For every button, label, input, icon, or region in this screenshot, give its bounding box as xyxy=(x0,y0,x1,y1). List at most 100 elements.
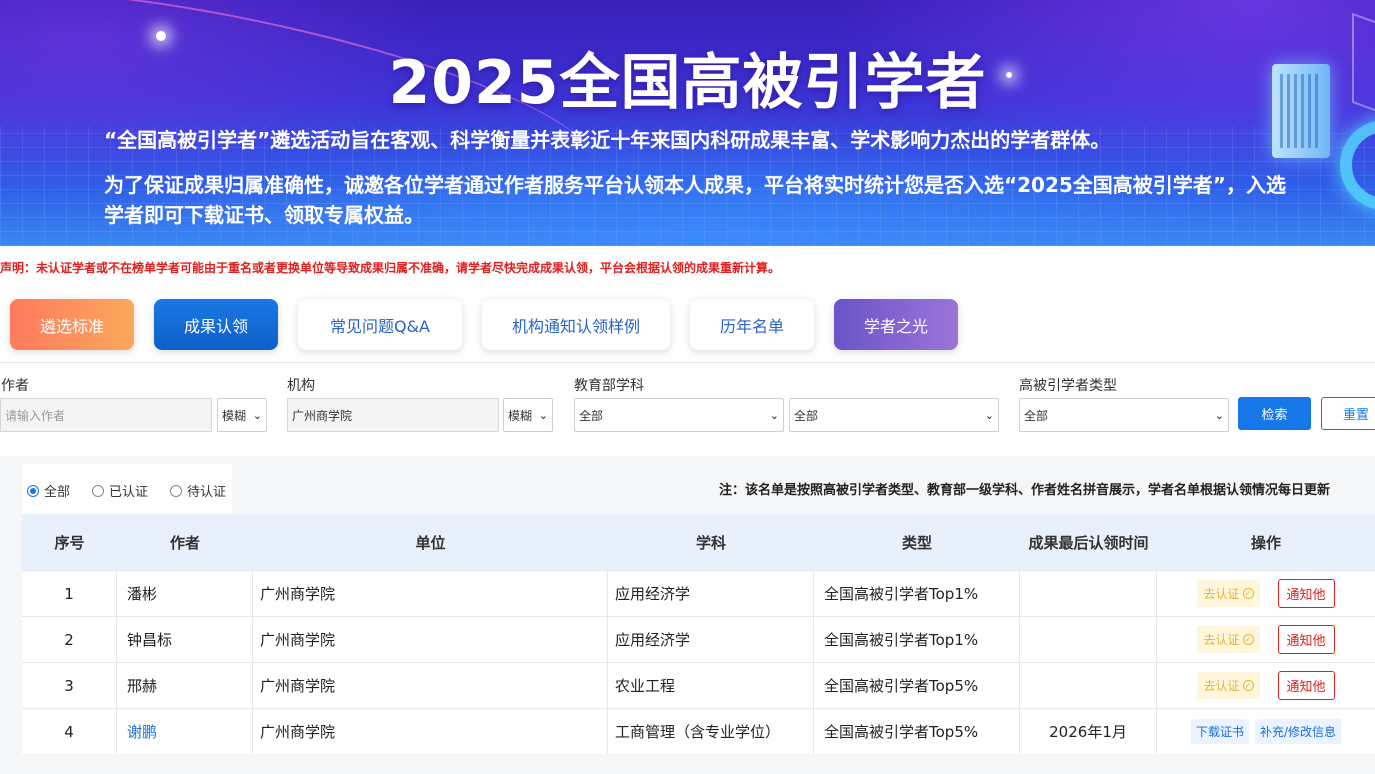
org-match-select[interactable]: 模糊 ⌄ xyxy=(503,398,553,432)
table-row: 3 邢赫 广州商学院 农业工程 全国高被引学者Top5% 去认证 ✓ 通知他 xyxy=(22,662,1375,708)
tab-faq[interactable]: 常见问题Q&A xyxy=(298,299,462,350)
cell-type: 全国高被引学者Top1% xyxy=(814,571,1020,616)
go-certify-label: 去认证 xyxy=(1203,679,1240,693)
radio-all-label: 全部 xyxy=(44,485,71,500)
tab-selection-criteria[interactable]: 遴选标准 xyxy=(10,299,134,350)
hero-banner: 2025全国高被引学者 “全国高被引学者”遴选活动旨在客观、科学衡量并表彰近十年… xyxy=(0,0,1375,246)
radio-certified-label: 已认证 xyxy=(109,485,149,500)
subject-filter-label: 教育部学科 xyxy=(574,378,644,394)
cell-unit: 广州商学院 xyxy=(253,709,608,754)
cell-unit: 广州商学院 xyxy=(253,663,608,708)
radio-pending[interactable]: 待认证 xyxy=(170,481,226,500)
radio-dot-icon xyxy=(170,484,182,497)
header-author: 作者 xyxy=(169,533,200,552)
header-actions: 操作 xyxy=(1250,533,1281,552)
radio-pending-label: 待认证 xyxy=(187,485,227,500)
table-header: 序号 作者 单位 学科 类型 成果最后认领时间 操作 xyxy=(22,514,1375,570)
cell-no: 4 xyxy=(22,709,117,754)
chevron-down-icon: ⌄ xyxy=(538,409,548,422)
cell-unit: 广州商学院 xyxy=(253,617,608,662)
cell-unit: 广州商学院 xyxy=(253,571,608,616)
notify-button[interactable]: 通知他 xyxy=(1277,579,1335,608)
tab-institution-notice-sample[interactable]: 机构通知认领样例 xyxy=(482,299,670,350)
cell-last-claim-time: 2026年1月 xyxy=(1020,709,1157,754)
org-search-input[interactable]: 广州商学院 xyxy=(287,398,499,432)
header-subject: 学科 xyxy=(695,533,726,552)
go-certify-button[interactable]: 去认证 ✓ xyxy=(1197,672,1260,699)
subject-level1-select[interactable]: 全部 ⌄ xyxy=(574,398,784,432)
chevron-down-icon: ⌄ xyxy=(252,409,262,422)
banner-intro-2: 为了保证成果归属准确性，诚邀各位学者通过作者服务平台认领本人成果，平台将实时统计… xyxy=(104,173,1286,227)
cell-subject: 工商管理（含专业学位） xyxy=(608,709,814,754)
scholar-type-value: 全部 xyxy=(1024,408,1049,423)
author-search-input[interactable]: 请输入作者 xyxy=(0,398,212,432)
cell-last-claim-time xyxy=(1020,617,1157,662)
cell-no: 2 xyxy=(22,617,117,662)
cell-author: 钟昌标 xyxy=(117,617,253,662)
search-button[interactable]: 检索 xyxy=(1238,397,1311,430)
status-radio-group: 全部 已认证 待认证 xyxy=(22,464,232,514)
cell-actions: 去认证 ✓ 通知他 xyxy=(1157,663,1375,708)
reset-button[interactable]: 重置 xyxy=(1321,397,1375,430)
go-certify-label: 去认证 xyxy=(1203,587,1240,601)
org-match-value: 模糊 xyxy=(508,408,533,423)
cell-subject: 应用经济学 xyxy=(608,571,814,616)
cell-subject: 农业工程 xyxy=(608,663,814,708)
table-row: 4 谢鹏 广州商学院 工商管理（含专业学位） 全国高被引学者Top5% 2026… xyxy=(22,708,1375,754)
author-filter-label: 作者 xyxy=(1,378,29,394)
header-last-claim-time: 成果最后认领时间 xyxy=(1028,533,1149,552)
radio-dot-icon xyxy=(27,484,39,497)
edit-info-button[interactable]: 补充/修改信息 xyxy=(1254,719,1342,744)
cell-last-claim-time xyxy=(1020,663,1157,708)
cell-author-link[interactable]: 谢鹏 xyxy=(117,709,253,754)
header-no: 序号 xyxy=(54,533,85,552)
author-match-select[interactable]: 模糊 ⌄ xyxy=(217,398,267,432)
scholar-table: 序号 作者 单位 学科 类型 成果最后认领时间 操作 1 潘彬 广州商学院 应用… xyxy=(22,514,1375,754)
radio-all[interactable]: 全部 xyxy=(27,481,70,500)
cell-actions: 下载证书 补充/修改信息 xyxy=(1157,709,1375,754)
download-certificate-button[interactable]: 下载证书 xyxy=(1190,719,1249,744)
subject-level1-value: 全部 xyxy=(579,408,604,423)
cell-no: 1 xyxy=(22,571,117,616)
go-certify-button[interactable]: 去认证 ✓ xyxy=(1197,580,1260,607)
subject-level2-value: 全部 xyxy=(794,408,819,423)
header-type: 类型 xyxy=(901,533,932,552)
author-match-value: 模糊 xyxy=(222,408,247,423)
org-filter-label: 机构 xyxy=(287,378,315,394)
cell-type: 全国高被引学者Top5% xyxy=(814,663,1020,708)
chevron-down-icon: ⌄ xyxy=(769,409,779,422)
filter-bar: 作者 请输入作者 模糊 ⌄ 机构 广州商学院 模糊 ⌄ 教育部学科 全部 ⌄ 全… xyxy=(0,362,1375,442)
radio-dot-icon xyxy=(92,484,104,497)
notify-button[interactable]: 通知他 xyxy=(1277,625,1335,654)
disclaimer-notice: 声明：未认证学者或不在榜单学者可能由于重名或者更换单位等导致成果归属不准确，请学… xyxy=(0,261,781,275)
table-row: 1 潘彬 广州商学院 应用经济学 全国高被引学者Top1% 去认证 ✓ 通知他 xyxy=(22,570,1375,616)
table-row: 2 钟昌标 广州商学院 应用经济学 全国高被引学者Top1% 去认证 ✓ 通知他 xyxy=(22,616,1375,662)
radio-certified[interactable]: 已认证 xyxy=(92,481,148,500)
cell-author: 潘彬 xyxy=(117,571,253,616)
list-note: 注：该名单是按照高被引学者类型、教育部一级学科、作者姓名拼音展示，学者名单根据认… xyxy=(719,483,1331,498)
notify-button[interactable]: 通知他 xyxy=(1277,671,1335,700)
chevron-down-icon: ⌄ xyxy=(984,409,994,422)
cell-type: 全国高被引学者Top5% xyxy=(814,709,1020,754)
cell-actions: 去认证 ✓ 通知他 xyxy=(1157,617,1375,662)
tab-claim-results[interactable]: 成果认领 xyxy=(154,299,278,350)
header-unit: 单位 xyxy=(415,533,446,552)
cell-no: 3 xyxy=(22,663,117,708)
check-circle-icon: ✓ xyxy=(1242,588,1254,599)
go-certify-button[interactable]: 去认证 ✓ xyxy=(1197,626,1260,653)
cell-type: 全国高被引学者Top1% xyxy=(814,617,1020,662)
tab-past-lists[interactable]: 历年名单 xyxy=(690,299,814,350)
go-certify-label: 去认证 xyxy=(1203,633,1240,647)
scholar-type-select[interactable]: 全部 ⌄ xyxy=(1019,398,1229,432)
cell-subject: 应用经济学 xyxy=(608,617,814,662)
chevron-down-icon: ⌄ xyxy=(1214,409,1224,422)
cell-actions: 去认证 ✓ 通知他 xyxy=(1157,571,1375,616)
page-title: 2025全国高被引学者 xyxy=(388,48,987,118)
tab-scholar-light[interactable]: 学者之光 xyxy=(834,299,958,350)
banner-intro-1: “全国高被引学者”遴选活动旨在客观、科学衡量并表彰近十年来国内科研成果丰富、学术… xyxy=(104,128,1111,152)
cell-last-claim-time xyxy=(1020,571,1157,616)
check-circle-icon: ✓ xyxy=(1242,634,1254,645)
check-circle-icon: ✓ xyxy=(1242,680,1254,691)
subject-level2-select[interactable]: 全部 ⌄ xyxy=(789,398,999,432)
cell-author: 邢赫 xyxy=(117,663,253,708)
